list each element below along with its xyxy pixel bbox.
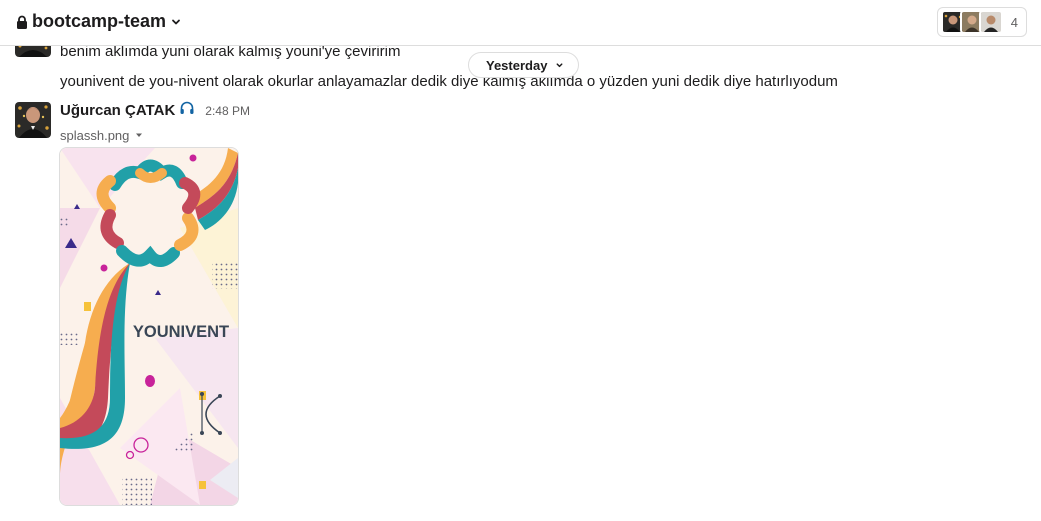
avatar	[978, 10, 1003, 34]
message-header: Uğurcan ÇATAK 2:48 PM	[60, 100, 250, 121]
chevron-down-icon	[170, 16, 182, 28]
message-list: benim aklımda yuni olarak kalmış youni'y…	[0, 40, 1041, 521]
file-name-toggle[interactable]: splassh.png	[60, 126, 143, 144]
headphones-icon	[179, 100, 195, 121]
author-name[interactable]: Uğurcan ÇATAK	[60, 102, 175, 119]
message-text: younivent de you-nivent olarak okurlar a…	[60, 73, 838, 90]
chevron-down-icon	[555, 58, 564, 73]
member-avatars	[940, 10, 1003, 34]
channel-name: bootcamp-team	[32, 11, 167, 31]
date-label: Yesterday	[486, 57, 548, 73]
date-divider-button[interactable]: Yesterday	[468, 52, 580, 78]
channel-header: bootcamp-team 4	[0, 0, 1041, 46]
author-avatar[interactable]	[15, 102, 51, 138]
member-count: 4	[1010, 14, 1018, 30]
message-timestamp[interactable]: 2:48 PM	[205, 104, 250, 118]
splash-logo-text: YOUNIVENT	[133, 323, 229, 341]
members-button[interactable]: 4	[936, 7, 1027, 37]
file-name: splassh.png	[60, 127, 130, 143]
lock-icon	[16, 15, 28, 29]
image-attachment[interactable]: YOUNIVENT	[59, 147, 239, 506]
splash-image: YOUNIVENT	[60, 148, 238, 505]
channel-name-button[interactable]: bootcamp-team	[16, 11, 182, 32]
caret-down-icon	[135, 126, 143, 144]
